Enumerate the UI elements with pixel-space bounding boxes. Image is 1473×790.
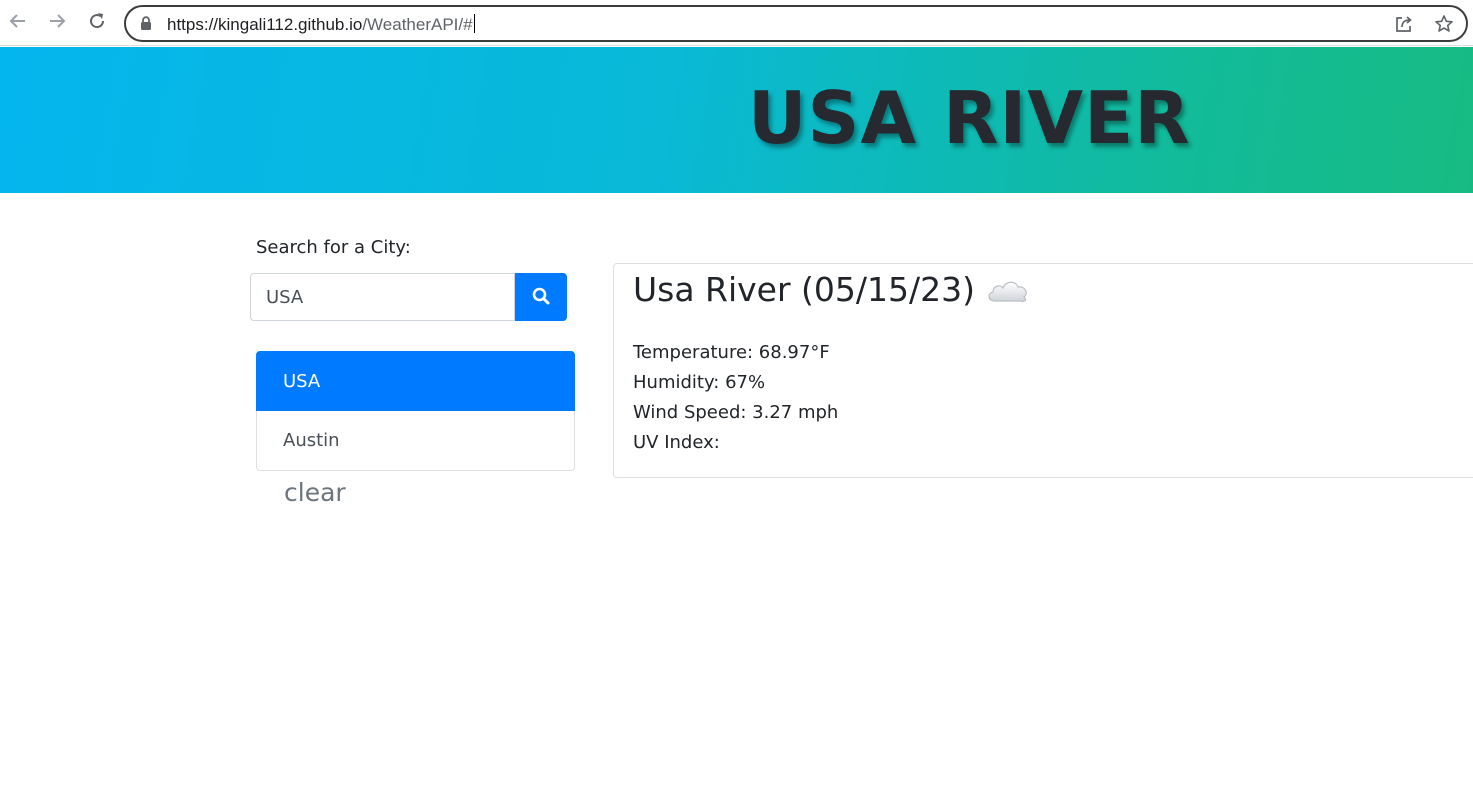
humidity-text: Humidity: 67% <box>633 372 766 393</box>
page-title: USA RIVER <box>748 76 1191 160</box>
back-arrow-icon[interactable] <box>5 8 31 34</box>
uv-index-text: UV Index: <box>633 432 720 453</box>
search-button[interactable] <box>515 273 567 321</box>
history-item-austin[interactable]: Austin <box>256 411 575 471</box>
temperature-text: Temperature: 68.97°F <box>633 342 830 363</box>
current-weather-card: Usa River (05/15/23) Temperature: 68.97°… <box>613 263 1473 478</box>
cloud-icon <box>985 274 1031 313</box>
clear-history-link[interactable]: clear <box>284 478 346 507</box>
share-icon[interactable] <box>1394 14 1414 38</box>
weather-city-date: Usa River (05/15/23) <box>633 270 976 309</box>
forward-arrow-icon[interactable] <box>44 8 70 34</box>
address-bar[interactable]: https://kingali112.github.io/WeatherAPI/… <box>124 5 1468 42</box>
wind-speed-text: Wind Speed: 3.27 mph <box>633 402 839 423</box>
search-icon <box>531 286 551 309</box>
url-host: https://kingali112.github.io <box>167 15 363 34</box>
lock-icon[interactable] <box>140 16 152 35</box>
search-label: Search for a City: <box>256 237 411 258</box>
star-icon[interactable] <box>1434 14 1454 38</box>
weather-title-row: Usa River (05/15/23) <box>633 270 1031 313</box>
url-text[interactable]: https://kingali112.github.io/WeatherAPI/… <box>167 14 475 35</box>
search-history-list: USA Austin <box>256 351 575 471</box>
url-path: /WeatherAPI/# <box>362 15 473 34</box>
browser-toolbar: https://kingali112.github.io/WeatherAPI/… <box>0 0 1473 46</box>
reload-icon[interactable] <box>84 8 110 34</box>
history-item-usa[interactable]: USA <box>256 351 575 411</box>
text-caret <box>473 14 475 33</box>
search-input[interactable] <box>250 273 515 321</box>
header-banner: USA RIVER <box>0 47 1473 193</box>
